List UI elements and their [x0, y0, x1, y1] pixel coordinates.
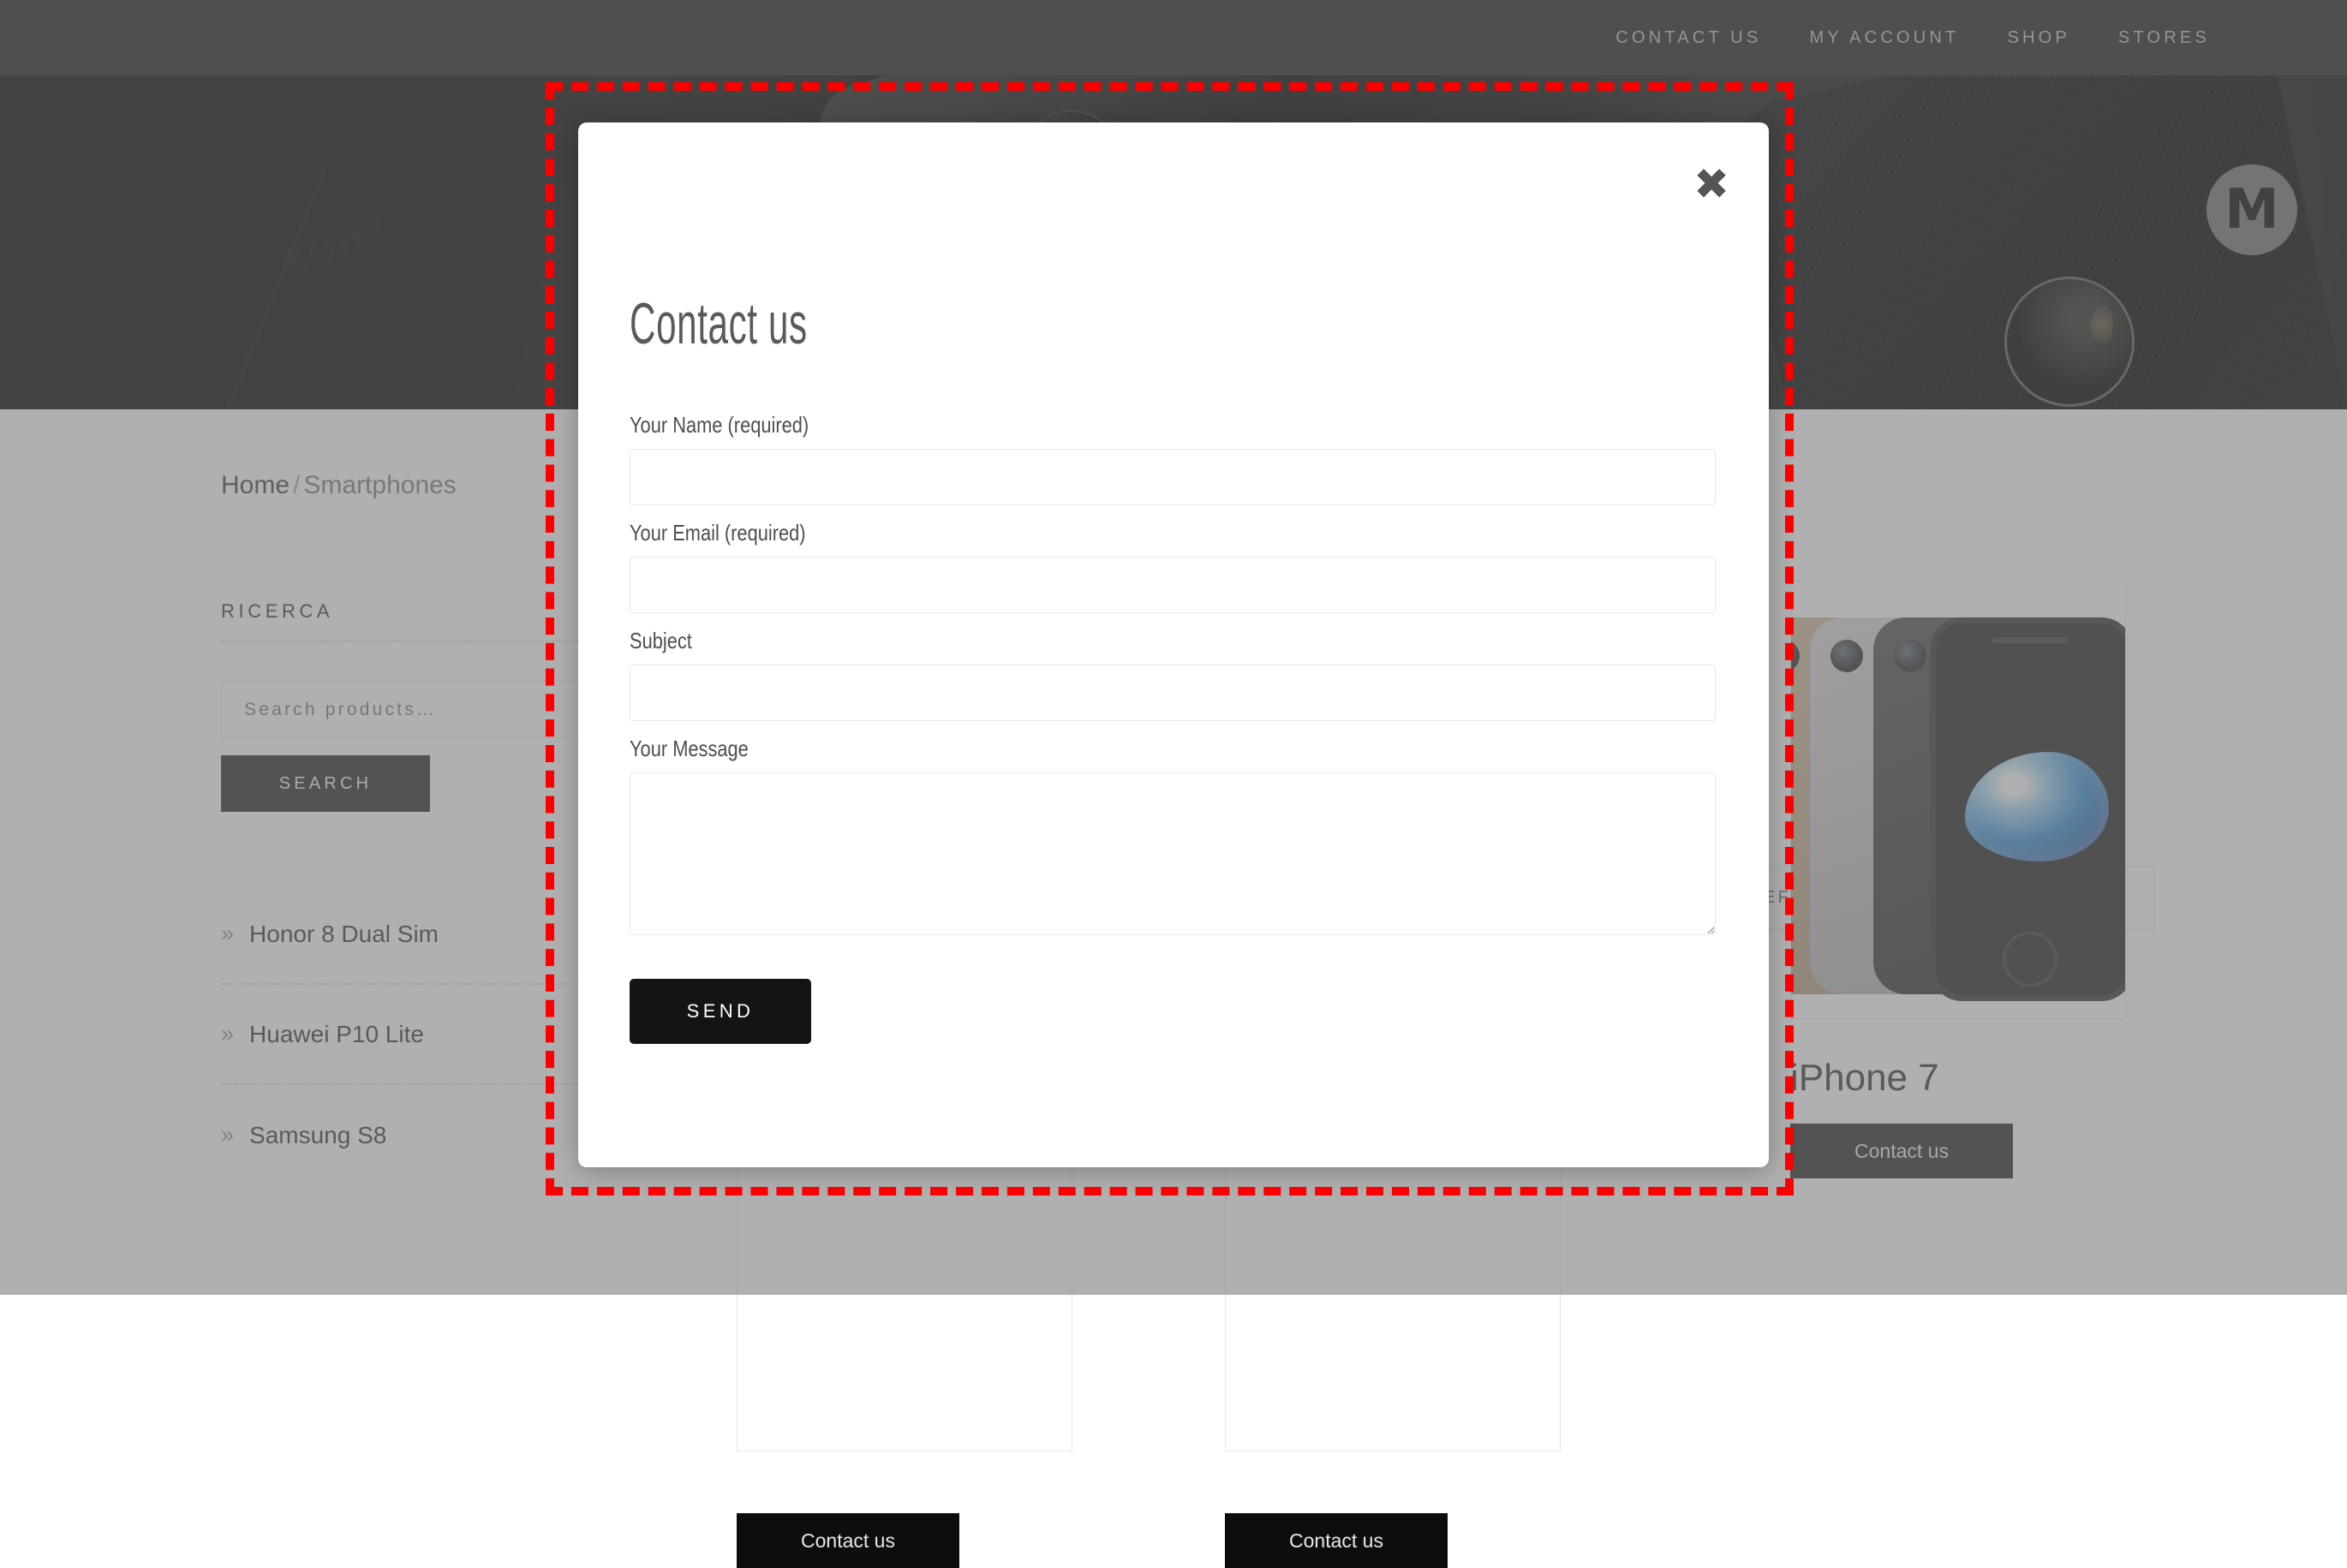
product-contact-us-button[interactable]: Contact us: [737, 1513, 959, 1568]
your-message-textarea[interactable]: [630, 772, 1716, 935]
send-button[interactable]: SEND: [630, 979, 811, 1044]
send-button-wrapper: SEND: [630, 979, 811, 1044]
field-label: Your Email (required): [630, 520, 1542, 546]
product-contact-us-button[interactable]: Contact us: [1225, 1513, 1448, 1568]
close-icon[interactable]: ✖: [1693, 163, 1729, 206]
your-email-input[interactable]: [630, 557, 1716, 613]
field-your-name: Your Name (required): [630, 412, 1716, 505]
field-label: Your Message: [630, 736, 1542, 762]
subject-input[interactable]: [630, 665, 1716, 721]
field-subject: Subject: [630, 628, 1716, 721]
field-label: Your Name (required): [630, 412, 1542, 438]
your-name-input[interactable]: [630, 449, 1716, 505]
modal-title: Contact us: [630, 290, 808, 357]
contact-us-modal: ✖ Contact us Your Name (required) Your E…: [578, 122, 1769, 1167]
field-your-email: Your Email (required): [630, 520, 1716, 613]
field-label: Subject: [630, 628, 1542, 654]
field-your-message: Your Message: [630, 736, 1716, 939]
